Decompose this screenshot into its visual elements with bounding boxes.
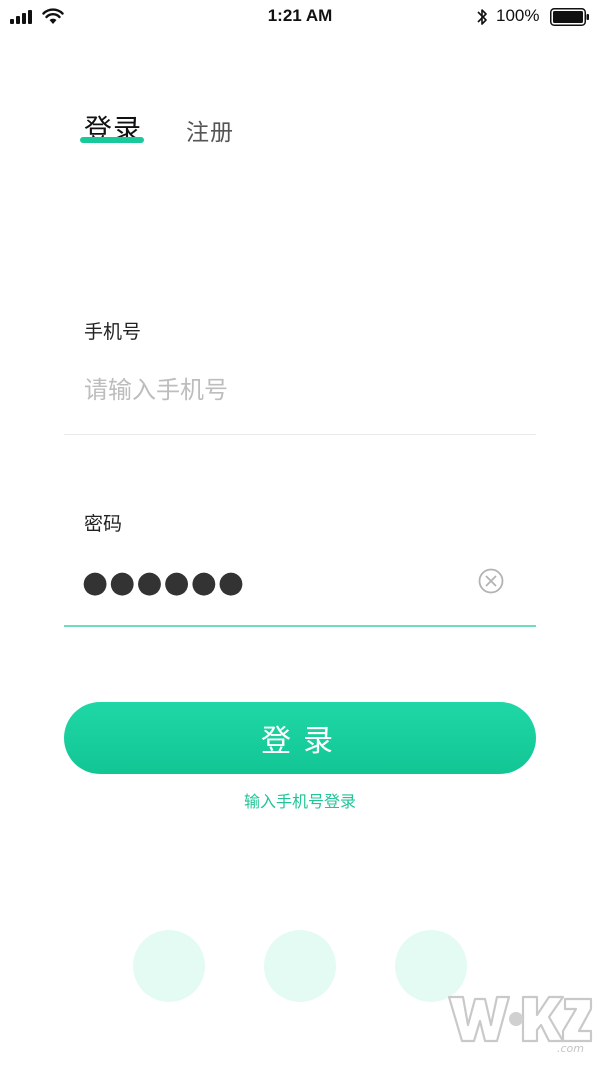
password-divider — [64, 625, 536, 627]
social-login-button[interactable] — [133, 930, 205, 1002]
sms-login-link[interactable]: 输入手机号登录 — [0, 788, 600, 812]
clear-icon[interactable] — [478, 568, 504, 594]
login-button[interactable]: 登录 — [64, 702, 536, 774]
battery-percent: 100% — [496, 6, 540, 25]
svg-text:.com: .com — [557, 1042, 584, 1055]
phone-input[interactable] — [84, 370, 524, 410]
phone-divider — [64, 434, 536, 435]
password-label: 密码 — [84, 513, 123, 535]
status-bar: 1:21 AM 100% — [0, 0, 600, 34]
bluetooth-icon — [477, 9, 487, 25]
watermark-logo: .com — [447, 995, 593, 1055]
social-login-button[interactable] — [264, 930, 336, 1002]
phone-label: 手机号 — [84, 321, 142, 343]
password-input[interactable]: ●●●●●● — [82, 566, 245, 600]
tab-register[interactable]: 注册 — [186, 113, 234, 147]
active-tab-indicator — [80, 137, 144, 143]
battery-icon — [550, 8, 589, 26]
